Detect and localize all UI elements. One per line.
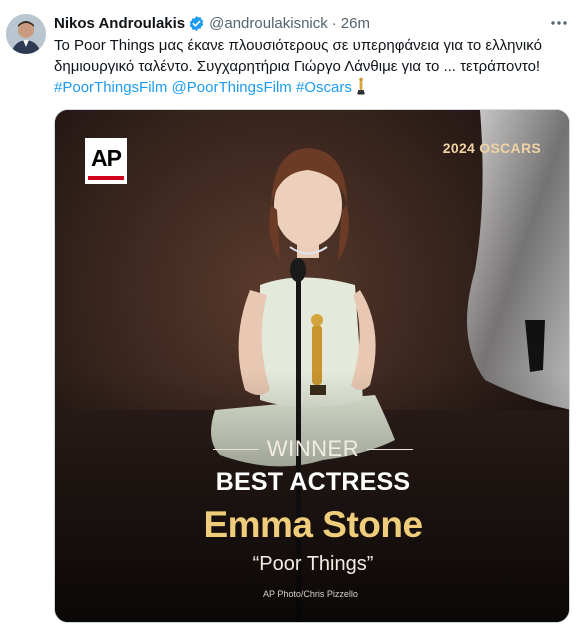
hashtag-link[interactable]: #PoorThingsFilm [54, 79, 167, 96]
winner-heading: WINNER [55, 436, 569, 462]
tweet-media-image[interactable]: AP 2024 OSCARS WINNER BEST ACTRESS Emma … [54, 109, 570, 623]
mention-link[interactable]: @PoorThingsFilm [172, 79, 292, 96]
tweet-text-line: δημιουργικό ταλέντο. Συγχαρητήρια Γιώργο… [54, 58, 541, 75]
author-name[interactable]: Nikos Androulakis [54, 15, 185, 32]
avatar[interactable] [6, 14, 46, 54]
tweet-text-line: Το Poor Things μας έκανε πλουσιότερους σ… [54, 37, 542, 54]
tweet-timestamp[interactable]: 26m [341, 15, 370, 32]
author-handle[interactable]: @androulakisnick [209, 15, 328, 32]
award-category: BEST ACTRESS [215, 468, 411, 496]
tweet-text: Το Poor Things μας έκανε πλουσιότερους σ… [54, 35, 574, 98]
tweet-header: Nikos Androulakis @androulakisnick · 26m [54, 12, 370, 34]
divider-line [212, 448, 259, 450]
ap-logo-bar [88, 176, 124, 180]
winner-label: WINNER [266, 436, 360, 461]
hashtag-row: #PoorThingsFilm @PoorThingsFilm #Oscars [54, 77, 574, 98]
event-badge: 2024 OSCARS [442, 140, 541, 156]
photo-credit: AP Photo/Chris Pizzello [263, 589, 358, 599]
hashtag-link[interactable]: #Oscars [296, 79, 352, 96]
ap-logo-text: AP [91, 145, 122, 171]
film-title: “Poor Things” [252, 553, 374, 575]
oscar-statuette-icon [356, 77, 366, 96]
divider-line [367, 448, 414, 450]
tweet-card[interactable]: Nikos Androulakis @androulakisnick · 26m… [0, 0, 580, 630]
photo-scene [55, 110, 569, 622]
separator-dot: · [331, 14, 337, 32]
ap-logo: AP [85, 138, 127, 184]
winner-name: Emma Stone [203, 504, 423, 545]
more-options-icon[interactable] [548, 14, 570, 32]
verified-badge-icon [188, 15, 205, 32]
